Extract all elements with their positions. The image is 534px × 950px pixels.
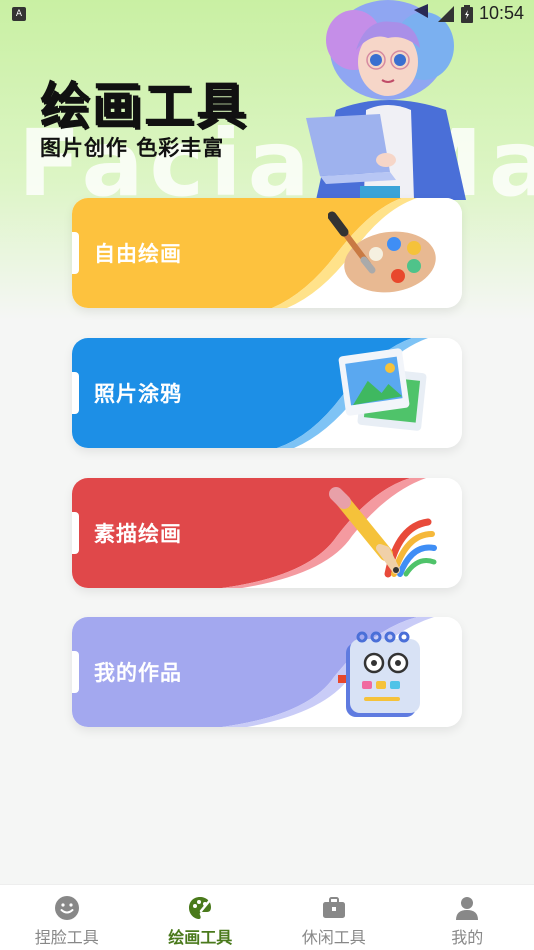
card-label: 我的作品 <box>94 661 182 685</box>
status-bar: A 10:54 <box>0 0 534 28</box>
girl-illustration <box>306 0 466 200</box>
card-label: 素描绘画 <box>94 522 182 546</box>
status-time: 10:54 <box>478 3 524 23</box>
briefcase-icon <box>322 897 345 918</box>
bottom-navigation: 捏脸工具 绘画工具 休闲工具 我的 <box>0 884 534 950</box>
nav-label: 休闲工具 <box>301 928 366 947</box>
nav-label: 捏脸工具 <box>34 928 99 947</box>
palette-icon <box>189 897 213 919</box>
signal-icon <box>437 5 454 22</box>
person-icon <box>456 897 479 920</box>
card-notch <box>72 372 79 414</box>
battery-icon <box>460 4 473 23</box>
card-photo-doodle[interactable]: 照片涂鸦 <box>72 338 462 448</box>
nav-item-face-tool[interactable]: 捏脸工具 <box>0 885 134 950</box>
paint-palette-icon <box>328 211 436 293</box>
nav-item-drawing-tool[interactable]: 绘画工具 <box>134 885 268 950</box>
card-notch <box>72 512 79 554</box>
smile-icon <box>54 896 79 920</box>
nav-item-mine[interactable]: 我的 <box>401 885 534 950</box>
card-notch <box>72 651 79 693</box>
pencil-icon <box>329 487 437 578</box>
card-my-works[interactable]: 我的作品 <box>72 617 462 727</box>
status-right: 10:54 <box>437 3 524 24</box>
nav-label: 绘画工具 <box>168 928 233 947</box>
page-title: 绘画工具 <box>40 77 248 135</box>
photo-icon <box>338 348 427 431</box>
card-free-drawing[interactable]: 自由绘画 <box>72 198 462 308</box>
page-subtitle: 图片创作 色彩丰富 <box>40 136 225 160</box>
notification-indicator: A <box>12 7 26 21</box>
card-notch <box>72 232 79 274</box>
nav-item-leisure-tool[interactable]: 休闲工具 <box>267 885 401 950</box>
card-label: 照片涂鸦 <box>94 382 182 406</box>
notebook-icon <box>338 631 420 717</box>
card-sketch-drawing[interactable]: 素描绘画 <box>72 478 462 588</box>
nav-label: 我的 <box>451 928 484 947</box>
card-label: 自由绘画 <box>94 242 182 266</box>
